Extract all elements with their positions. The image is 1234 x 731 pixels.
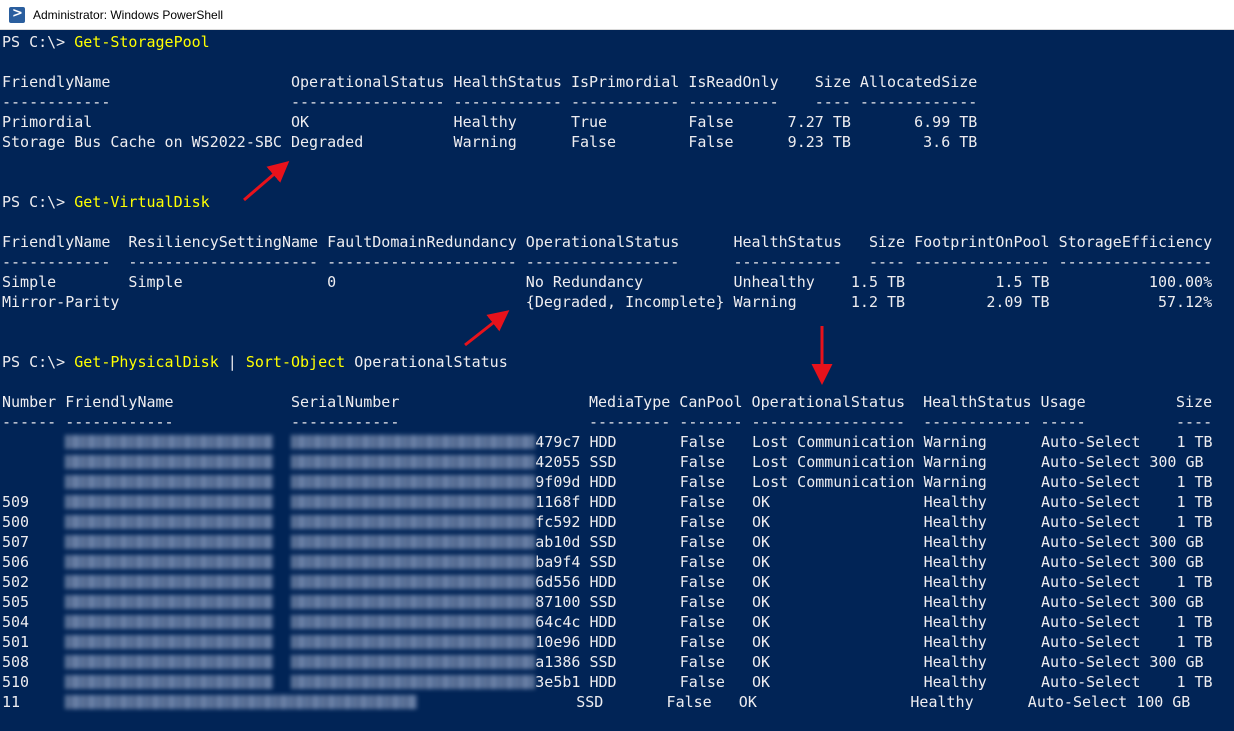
annotation-arrows	[243, 161, 833, 385]
powershell-icon	[9, 6, 25, 23]
arrow-to-degraded	[243, 161, 290, 202]
console-area[interactable]: PS C:\> Get-StoragePool FriendlyName Ope…	[0, 30, 1234, 731]
title-bar[interactable]: Administrator: Windows PowerShell	[0, 0, 1234, 30]
arrow-to-degraded-incomplete	[464, 310, 510, 347]
window-title: Administrator: Windows PowerShell	[33, 8, 224, 22]
